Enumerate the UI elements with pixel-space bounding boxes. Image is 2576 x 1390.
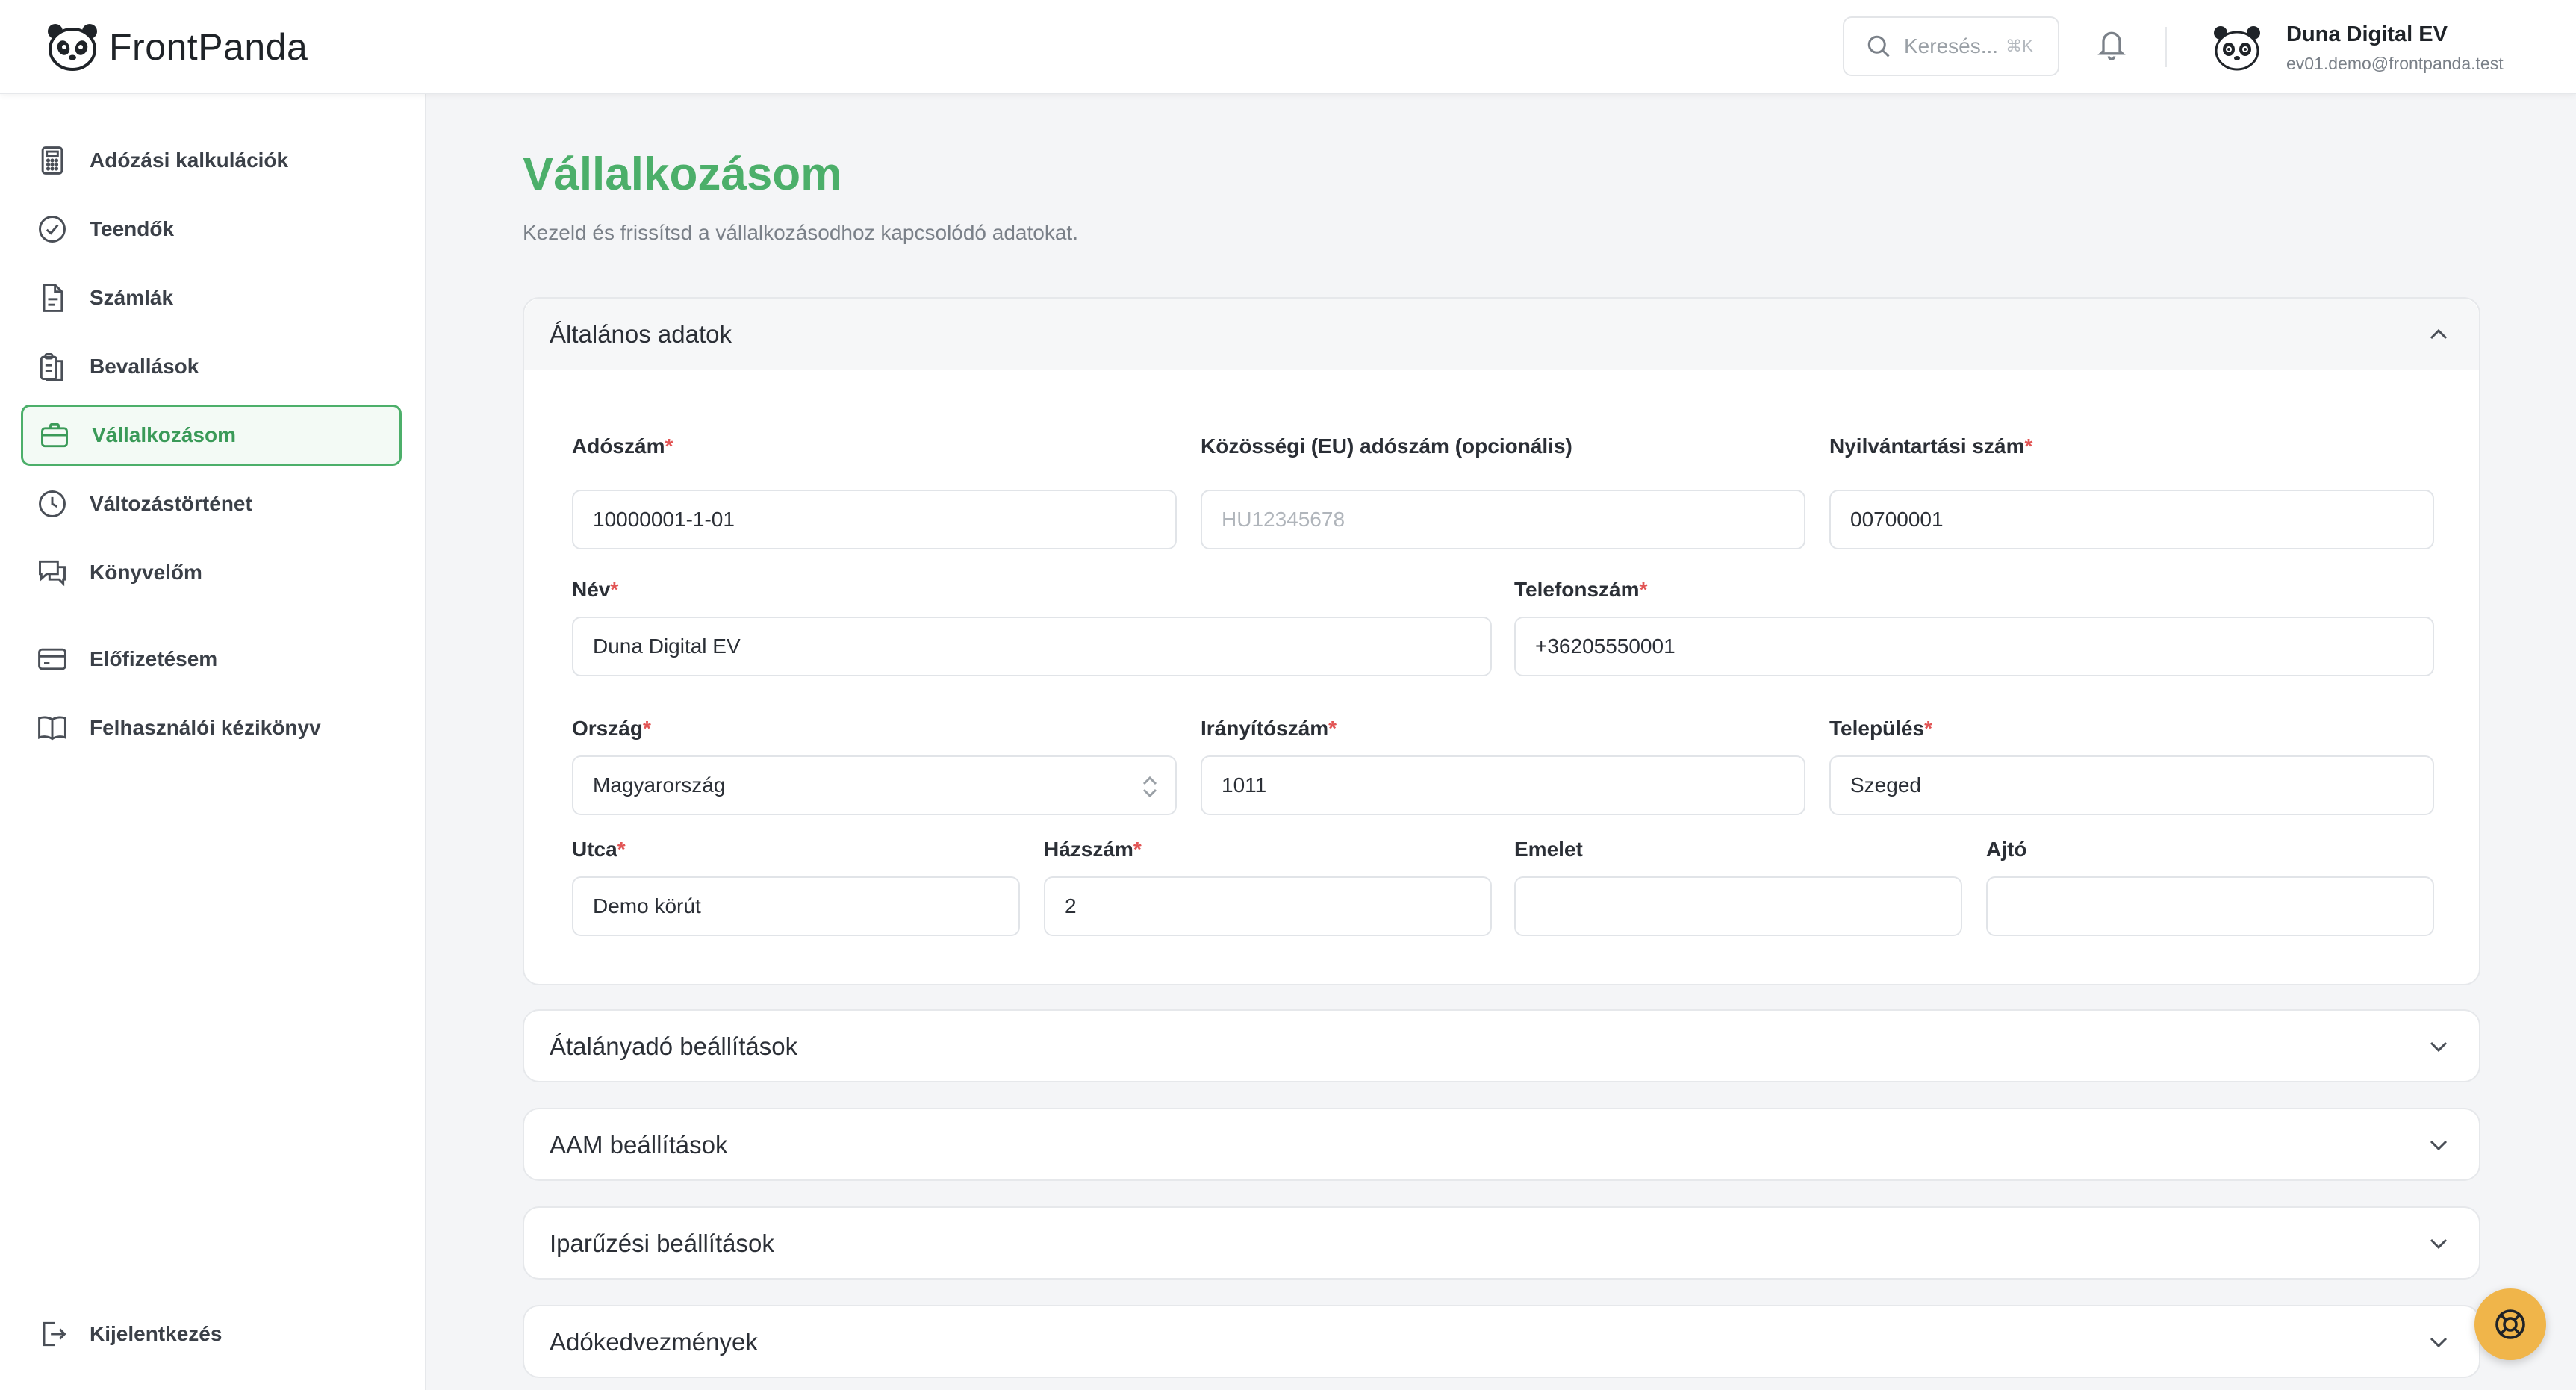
- top-bar: FrontPanda Keresés... ⌘K Duna Digital EV…: [0, 0, 2576, 94]
- credit-card-icon: [38, 648, 66, 670]
- sidebar-item-label: Változástörténet: [90, 492, 252, 515]
- logout-label: Kijelentkezés: [90, 1322, 223, 1345]
- house-number-input[interactable]: 2: [1044, 876, 1492, 936]
- chevron-up-icon[interactable]: [2424, 320, 2454, 349]
- city-input[interactable]: Szeged: [1829, 755, 2434, 815]
- bell-icon[interactable]: [2095, 25, 2128, 63]
- card-title: Átalányadó beállítások: [550, 1032, 798, 1060]
- search-input[interactable]: Keresés... ⌘K: [1843, 16, 2059, 76]
- sidebar-item-label: Előfizetésem: [90, 647, 218, 670]
- flat-rate-tax-settings-card[interactable]: Átalányadó beállítások: [523, 1009, 2480, 1082]
- search-shortcut: ⌘K: [2006, 37, 2033, 55]
- local-business-tax-settings-card[interactable]: Iparűzési beállítások: [523, 1206, 2480, 1280]
- sidebar-item-user-manual[interactable]: Felhasználói kézikönyv: [21, 697, 402, 758]
- sidebar-item-subscription[interactable]: Előfizetésem: [21, 629, 402, 690]
- sidebar-item-change-history[interactable]: Változástörténet: [21, 473, 402, 535]
- sidebar-item-label: Felhasználói kézikönyv: [90, 716, 321, 739]
- section-header[interactable]: Átalányadó beállítások: [524, 1011, 2479, 1082]
- phone-label: Telefonszám*: [1514, 578, 1648, 601]
- chevron-down-icon[interactable]: [2424, 1032, 2454, 1062]
- sidebar-item-label: Teendők: [90, 217, 175, 240]
- card-title: Iparűzési beállítások: [550, 1230, 774, 1257]
- page-title: Vállalkozásom: [523, 149, 842, 200]
- card-title: Általános adatok: [550, 320, 732, 348]
- country-label: Ország*: [572, 717, 651, 740]
- calculator-icon: [41, 146, 63, 175]
- sidebar-item-label: Bevallások: [90, 355, 199, 378]
- avatar[interactable]: [2212, 22, 2262, 73]
- sidebar-item-accountant[interactable]: Könyvelőm: [21, 542, 402, 603]
- name-input[interactable]: Duna Digital EV: [572, 617, 1492, 676]
- general-data-header[interactable]: Általános adatok: [524, 299, 2479, 370]
- chat-icon: [39, 560, 66, 587]
- briefcase-icon: [41, 423, 68, 448]
- invoice-icon: [43, 284, 63, 312]
- search-placeholder: Keresés...: [1904, 34, 1999, 57]
- clipboard-icon: [40, 353, 63, 381]
- logout-icon: [43, 1321, 66, 1347]
- sidebar-item-label: Vállalkozásom: [92, 423, 236, 446]
- tax-number-input[interactable]: 10000001-1-01: [572, 490, 1177, 549]
- tax-benefits-card[interactable]: Adókedvezmények: [523, 1305, 2480, 1378]
- sidebar-item-label: Számlák: [90, 286, 174, 309]
- country-select[interactable]: Magyarország: [572, 755, 1177, 815]
- sidebar-item-invoices[interactable]: Számlák: [21, 267, 402, 328]
- aam-settings-card[interactable]: AAM beállítások: [523, 1108, 2480, 1181]
- tax-number-label: Adószám*: [572, 434, 673, 458]
- check-circle-icon: [39, 216, 66, 243]
- sidebar-item-label: Könyvelőm: [90, 561, 202, 584]
- house-number-label: Házszám*: [1044, 838, 1142, 861]
- lifebuoy-icon: [2495, 1309, 2525, 1339]
- country-value: Magyarország: [593, 773, 726, 797]
- street-label: Utca*: [572, 838, 626, 861]
- city-label: Település*: [1829, 717, 1932, 740]
- general-data-card: Általános adatok Adószám* 10000001-1-01 …: [523, 297, 2480, 985]
- eu-tax-number-label: Közösségi (EU) adószám (opcionális): [1201, 434, 1572, 458]
- card-title: Adókedvezmények: [550, 1328, 758, 1356]
- help-button[interactable]: [2474, 1288, 2546, 1360]
- logout-button[interactable]: Kijelentkezés: [21, 1303, 402, 1365]
- user-name: Duna Digital EV: [2286, 22, 2448, 46]
- sidebar-item-label: Adózási kalkulációk: [90, 149, 289, 172]
- card-title: AAM beállítások: [550, 1131, 728, 1159]
- select-arrows-icon: [1142, 776, 1157, 798]
- sidebar-item-tax-returns[interactable]: Bevallások: [21, 336, 402, 397]
- door-input[interactable]: [1986, 876, 2434, 936]
- phone-input[interactable]: +36205550001: [1514, 617, 2434, 676]
- floor-input[interactable]: [1514, 876, 1962, 936]
- section-header[interactable]: Adókedvezmények: [524, 1306, 2479, 1378]
- street-input[interactable]: Demo körút: [572, 876, 1020, 936]
- sidebar-item-tax-calculations[interactable]: Adózási kalkulációk: [21, 130, 402, 191]
- logo[interactable]: FrontPanda: [45, 19, 308, 75]
- panda-logo-icon: [48, 24, 97, 71]
- user-email: ev01.demo@frontpanda.test: [2286, 54, 2504, 73]
- section-header[interactable]: Iparűzési beállítások: [524, 1208, 2479, 1280]
- zip-label: Irányítószám*: [1201, 717, 1337, 740]
- eu-tax-number-input[interactable]: HU12345678: [1201, 490, 1805, 549]
- page-subtitle: Kezeld és frissítsd a vállalkozásodhoz k…: [523, 221, 1078, 244]
- chevron-down-icon[interactable]: [2424, 1130, 2454, 1160]
- registration-number-input[interactable]: 00700001: [1829, 490, 2434, 549]
- header-divider: [2165, 27, 2167, 67]
- floor-label: Emelet: [1514, 838, 1583, 861]
- chevron-down-icon[interactable]: [2424, 1327, 2454, 1357]
- section-header[interactable]: AAM beállítások: [524, 1109, 2479, 1181]
- door-label: Ajtó: [1986, 838, 2027, 861]
- sidebar-item-my-business[interactable]: Vállalkozásom: [21, 405, 402, 466]
- sidebar-item-todos[interactable]: Teendők: [21, 199, 402, 260]
- book-icon: [38, 716, 66, 741]
- name-label: Név*: [572, 578, 619, 601]
- registration-number-label: Nyilvántartási szám*: [1829, 434, 2033, 458]
- chevron-down-icon[interactable]: [2424, 1229, 2454, 1259]
- zip-input[interactable]: 1011: [1201, 755, 1805, 815]
- search-icon: [1867, 35, 1890, 57]
- sidebar: Adózási kalkulációk Teendők Számlák Beva…: [0, 94, 426, 1390]
- clock-icon: [39, 490, 66, 517]
- app-name: FrontPanda: [109, 26, 308, 68]
